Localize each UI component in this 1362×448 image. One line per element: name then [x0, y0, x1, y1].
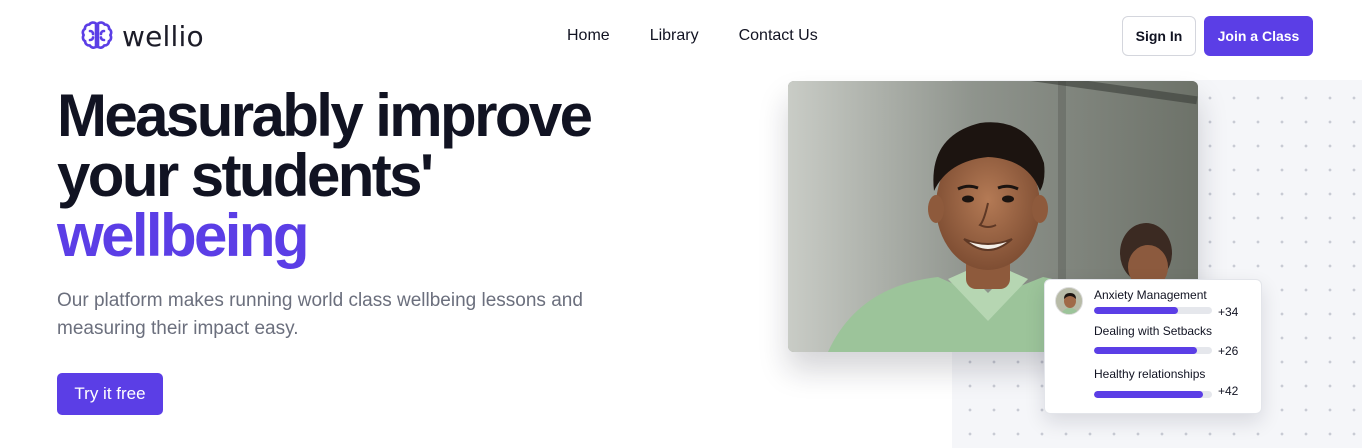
hero-subtitle: Our platform makes running world class w…	[57, 290, 583, 339]
stat-label-setbacks: Dealing with Setbacks	[1094, 324, 1213, 338]
avatar	[1055, 287, 1083, 315]
hero-headline: Measurably improve your students' wellbe…	[57, 86, 697, 266]
stat-value-relationships: +42	[1218, 384, 1239, 398]
join-class-button[interactable]: Join a Class	[1204, 16, 1313, 56]
nav-library[interactable]: Library	[650, 27, 699, 45]
stat-track-relationships	[1094, 391, 1212, 398]
stat-fill-setbacks	[1094, 347, 1197, 354]
stat-value-setbacks: +26	[1218, 344, 1239, 358]
stat-label-relationships: Healthy relationships	[1094, 367, 1206, 381]
stat-value-anxiety: +34	[1218, 305, 1239, 319]
progress-card: Anxiety Management +34 Dealing with Setb…	[1044, 279, 1262, 414]
sign-in-button[interactable]: Sign In	[1122, 16, 1196, 56]
landing-page: wellio Home Library Contact Us Sign In J…	[0, 0, 1362, 448]
stat-fill-anxiety	[1094, 307, 1178, 314]
stat-fill-relationships	[1094, 391, 1203, 398]
stat-track-anxiety	[1094, 307, 1212, 314]
nav-home[interactable]: Home	[567, 27, 610, 45]
brain-icon	[80, 19, 114, 53]
headline-line-1: Measurably improve	[57, 82, 593, 149]
brand-name: wellio	[122, 19, 204, 53]
stat-label-anxiety: Anxiety Management	[1094, 288, 1207, 302]
main-nav: Home Library Contact Us	[567, 27, 818, 45]
stat-track-setbacks	[1094, 347, 1212, 354]
headline-line-2: your students'	[57, 142, 434, 209]
try-free-button[interactable]: Try it free	[57, 373, 163, 415]
headline-accent: wellbeing	[57, 202, 310, 269]
logo[interactable]: wellio	[80, 19, 204, 53]
nav-contact-us[interactable]: Contact Us	[739, 27, 818, 45]
